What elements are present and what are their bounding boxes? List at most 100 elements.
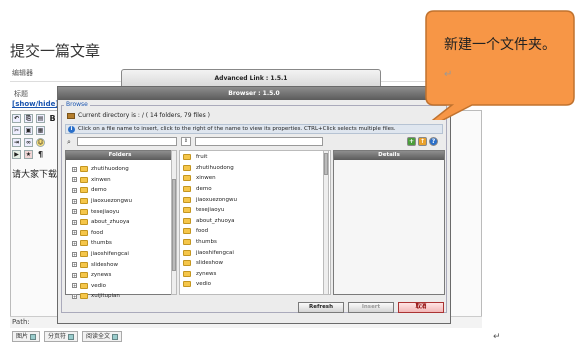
browser-dialog: Browser : 1.5.0 Browse Current directory…	[57, 86, 451, 324]
help-icon[interactable]: ?	[429, 137, 438, 146]
image-icon[interactable]: ▣	[24, 126, 33, 135]
browser-title[interactable]: Browser : 1.5.0	[58, 87, 450, 100]
folder-tree-item[interactable]: + thumbs	[72, 238, 174, 249]
file-list-item[interactable]: zhutihuodong	[183, 163, 330, 174]
folder-tree-item[interactable]: + vedio	[72, 281, 174, 292]
indent-icon[interactable]: ⇥	[12, 138, 21, 147]
folder-tree-item[interactable]: + jiaoxuezongwu	[72, 196, 174, 207]
details-panel: Details	[333, 150, 445, 295]
expand-icon[interactable]: +	[72, 209, 77, 215]
page-break-button[interactable]: 分页符	[44, 331, 79, 342]
file-list-item[interactable]: fruit	[183, 152, 330, 163]
folder-tree-item[interactable]: + tesejiaoyu	[72, 206, 174, 217]
folders-panel: Folders + zhutihuodong + xinwen + demo + jiaoxu…	[65, 150, 175, 300]
folder-icon	[183, 249, 191, 256]
file-list-label: xinwen	[196, 175, 216, 182]
page-break-icon	[68, 333, 75, 340]
folder-tree-item[interactable]: + xinwen	[72, 175, 174, 186]
expand-icon[interactable]: +	[72, 240, 77, 246]
folder-tree-item[interactable]: + slideshow	[72, 259, 174, 270]
folder-tree-label: xuijitupian	[91, 293, 120, 300]
files-scroll-thumb[interactable]	[324, 153, 328, 175]
page-title: 提交一篇文章	[10, 42, 101, 60]
file-list-item[interactable]: food	[183, 226, 330, 237]
file-list-label: zynews	[196, 270, 217, 277]
file-filter-input[interactable]	[195, 137, 323, 146]
expand-icon[interactable]: +	[72, 230, 77, 236]
expand-icon[interactable]: +	[72, 219, 77, 225]
bold-button[interactable]: B	[48, 114, 57, 123]
expand-icon[interactable]: +	[72, 272, 77, 278]
show-hide-link[interactable]: [show/hide]	[12, 100, 59, 108]
folder-tree-label: zhutihuodong	[91, 166, 129, 173]
expand-icon[interactable]: +	[72, 166, 77, 172]
file-list-label: jiaoshifengcai	[196, 249, 234, 256]
insert-button[interactable]: Insert	[348, 302, 394, 313]
folder-tree-item[interactable]: + about_zhuoya	[72, 217, 174, 228]
flash-icon[interactable]: ★	[24, 150, 33, 159]
instructions-bar: i Click on a file name to insert, click …	[65, 124, 443, 134]
expand-icon[interactable]: +	[72, 187, 77, 193]
file-list-item[interactable]: slideshow	[183, 258, 330, 269]
folder-tree-label: demo	[91, 187, 107, 194]
file-list-item[interactable]: zynews	[183, 269, 330, 280]
file-list-item[interactable]: thumbs	[183, 237, 330, 248]
files-scrollbar[interactable]	[323, 150, 329, 295]
folder-tree-label: tesejiaoyu	[91, 208, 120, 215]
folder-filter-input[interactable]	[77, 137, 177, 146]
file-list-item[interactable]: demo	[183, 184, 330, 195]
folder-tree-item[interactable]: + xuijitupian	[72, 291, 174, 302]
folder-icon	[183, 239, 191, 246]
folders-scroll-thumb[interactable]	[172, 179, 176, 271]
cut-icon[interactable]: ✂	[12, 126, 21, 135]
folder-icon	[80, 261, 88, 268]
file-list-item[interactable]: jiaoshifengcai	[183, 247, 330, 258]
expand-icon[interactable]: +	[72, 283, 77, 289]
folder-tree-item[interactable]: + food	[72, 228, 174, 239]
file-list-item[interactable]: about_zhuoya	[183, 216, 330, 227]
page-break-label: 分页符	[48, 333, 67, 340]
editor-toolbar-row-2: ✂ ▣ ▦	[12, 126, 45, 135]
link-icon[interactable]: ∞	[24, 138, 33, 147]
editor-label: 编辑器	[12, 69, 33, 77]
info-icon: i	[68, 125, 75, 133]
table-icon[interactable]: ▦	[36, 126, 45, 135]
folder-tree-item[interactable]: + zynews	[72, 270, 174, 281]
new-folder-icon[interactable]: +	[407, 137, 416, 146]
paste-icon[interactable]: ▤	[36, 114, 45, 123]
expand-icon[interactable]: +	[72, 198, 77, 204]
folder-tree-item[interactable]: + jiaoshifengcai	[72, 249, 174, 260]
expand-icon[interactable]: +	[72, 293, 77, 299]
file-list-item[interactable]: tesejiaoyu	[183, 205, 330, 216]
undo-icon[interactable]: ↶	[12, 114, 21, 123]
callout-return-mark: ↵	[444, 69, 453, 80]
file-list-item[interactable]: jiaoxuezongwu	[183, 194, 330, 205]
image-insert-label: 图片	[16, 333, 29, 340]
copy-icon[interactable]: ⎘	[24, 114, 33, 123]
file-list-item[interactable]: xinwen	[183, 173, 330, 184]
paragraph-button[interactable]: ¶	[36, 150, 45, 159]
folder-tree-label: thumbs	[91, 240, 112, 247]
file-list-label: slideshow	[196, 260, 224, 267]
cancel-button[interactable]: 取消	[398, 302, 444, 313]
editor-toolbar-row-4: ▶ ★ ¶	[12, 150, 45, 159]
file-list-item[interactable]: vedio	[183, 279, 330, 290]
expand-icon[interactable]: +	[72, 262, 77, 268]
smiley-icon[interactable]: ☺	[36, 138, 45, 147]
folder-icon	[183, 186, 191, 193]
folder-sort-select[interactable]: ⇕	[181, 137, 191, 146]
media-icon[interactable]: ▶	[12, 150, 21, 159]
image-insert-button[interactable]: 图片	[12, 331, 41, 342]
refresh-button[interactable]: Refresh	[298, 302, 344, 313]
folders-scrollbar[interactable]	[171, 150, 177, 295]
browser-tools: + ↑ ?	[407, 137, 438, 146]
read-more-button[interactable]: 阅读全文	[82, 331, 123, 342]
filter-row: ⌕ ⇕	[65, 137, 323, 146]
expand-icon[interactable]: +	[72, 251, 77, 257]
expand-icon[interactable]: +	[72, 177, 77, 183]
file-list-label: tesejiaoyu	[196, 207, 225, 214]
folder-tree-item[interactable]: + demo	[72, 185, 174, 196]
upload-icon[interactable]: ↑	[418, 137, 427, 146]
editor-content[interactable]: 请大家下载	[12, 167, 57, 180]
folder-tree-item[interactable]: + zhutihuodong	[72, 164, 174, 175]
